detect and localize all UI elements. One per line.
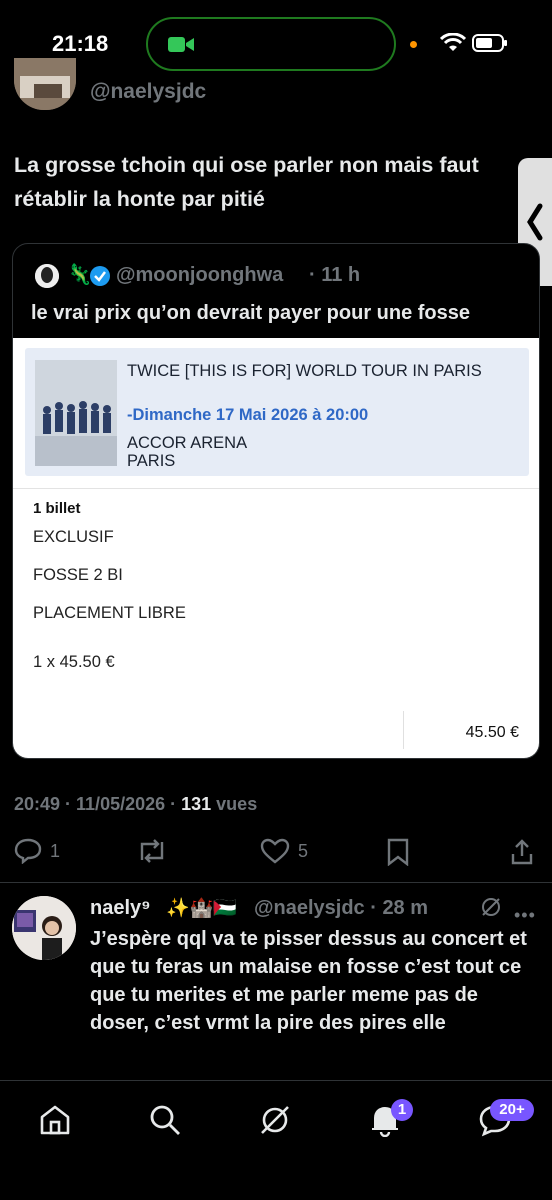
bookmark-button[interactable] bbox=[386, 838, 410, 866]
views-label: vues bbox=[211, 794, 258, 814]
ticket-total: 45.50 € bbox=[465, 724, 519, 741]
venue-name: ACCOR ARENA bbox=[127, 434, 248, 452]
venue-city: PARIS bbox=[127, 452, 176, 470]
author-handle[interactable]: @naelysjdc bbox=[90, 80, 206, 104]
status-bar: 21:18 bbox=[0, 0, 552, 90]
tweet-text: La grosse tchoin qui ose parler non mais… bbox=[14, 153, 479, 211]
dynamic-island[interactable] bbox=[146, 17, 396, 71]
bottom-navigation: 1 20+ bbox=[0, 1080, 552, 1200]
ticket-divider bbox=[13, 488, 539, 489]
reply-text: J’espère qql va te pisser dessus au conc… bbox=[90, 928, 527, 1034]
like-button[interactable]: 5 bbox=[260, 838, 308, 864]
reply-button[interactable]: 1 bbox=[14, 838, 60, 864]
quoted-author-handle[interactable]: @moonjoonghwa bbox=[116, 264, 283, 287]
views-count: 131 bbox=[181, 794, 212, 814]
ticket-placement: PLACEMENT LIBRE bbox=[33, 604, 186, 622]
more-options-icon[interactable]: ••• bbox=[514, 905, 536, 926]
grok-icon[interactable] bbox=[480, 896, 502, 918]
ticket-header: TWICE [THIS IS FOR] WORLD TOUR IN PARIS … bbox=[25, 348, 529, 476]
reply-author-emoji: ✨🏰🇵🇸 bbox=[166, 898, 237, 919]
home-icon[interactable] bbox=[38, 1103, 72, 1137]
reply-icon bbox=[14, 838, 42, 864]
share-icon bbox=[511, 839, 533, 865]
battery-icon bbox=[472, 34, 507, 52]
search-icon[interactable] bbox=[148, 1103, 182, 1137]
chevron-left-icon bbox=[527, 203, 543, 241]
event-title: TWICE [THIS IS FOR] WORLD TOUR IN PARIS bbox=[127, 362, 482, 380]
tweet-meta: 20:49 · 11/05/2026 · 131 vues bbox=[14, 794, 257, 815]
divider bbox=[0, 882, 552, 883]
reply-count: 1 bbox=[50, 840, 61, 861]
reply-author-handle[interactable]: @naelysjdc · 28 m bbox=[254, 897, 428, 920]
privacy-indicator bbox=[410, 41, 417, 48]
author-avatar[interactable] bbox=[14, 58, 76, 110]
quoted-tweet-time: · 11 h bbox=[309, 264, 361, 286]
grok-nav-icon[interactable] bbox=[258, 1103, 292, 1137]
reply-author-avatar[interactable] bbox=[12, 896, 76, 960]
retweet-button[interactable] bbox=[136, 838, 168, 864]
event-photo bbox=[35, 360, 117, 466]
quoted-author-avatar[interactable] bbox=[35, 264, 59, 288]
messages-badge: 20+ bbox=[490, 1099, 534, 1121]
verified-badge-icon bbox=[90, 266, 110, 286]
video-camera-icon bbox=[168, 37, 194, 52]
ticket-separator bbox=[403, 711, 404, 749]
ticket-type: EXCLUSIF bbox=[33, 528, 114, 546]
status-time: 21:18 bbox=[52, 31, 109, 56]
tweet-timestamp: 20:49 · 11/05/2026 · bbox=[14, 794, 182, 814]
ticket-unit-price: 1 x 45.50 € bbox=[33, 653, 115, 671]
bookmark-icon bbox=[387, 838, 409, 866]
notifications-badge: 1 bbox=[391, 1099, 413, 1121]
reply-author-name[interactable]: naely⁹ bbox=[90, 897, 151, 920]
event-date: -Dimanche 17 Mai 2026 à 20:00 bbox=[127, 406, 369, 424]
share-button[interactable] bbox=[510, 838, 534, 866]
ticket-zone: FOSSE 2 BI bbox=[33, 566, 123, 584]
ticket-count: 1 billet bbox=[33, 500, 81, 517]
wifi-icon bbox=[440, 33, 466, 51]
quoted-tweet-text: le vrai prix qu’on devrait payer pour un… bbox=[31, 302, 471, 324]
ticket-image[interactable]: TWICE [THIS IS FOR] WORLD TOUR IN PARIS … bbox=[13, 338, 539, 758]
quoted-tweet[interactable]: 🦎 @moonjoonghwa · 11 h le vrai prix qu’o… bbox=[12, 243, 540, 759]
heart-icon bbox=[260, 838, 290, 864]
retweet-icon bbox=[140, 839, 164, 863]
like-count: 5 bbox=[298, 840, 309, 861]
event-venue: ACCOR ARENA PARIS bbox=[127, 434, 247, 470]
